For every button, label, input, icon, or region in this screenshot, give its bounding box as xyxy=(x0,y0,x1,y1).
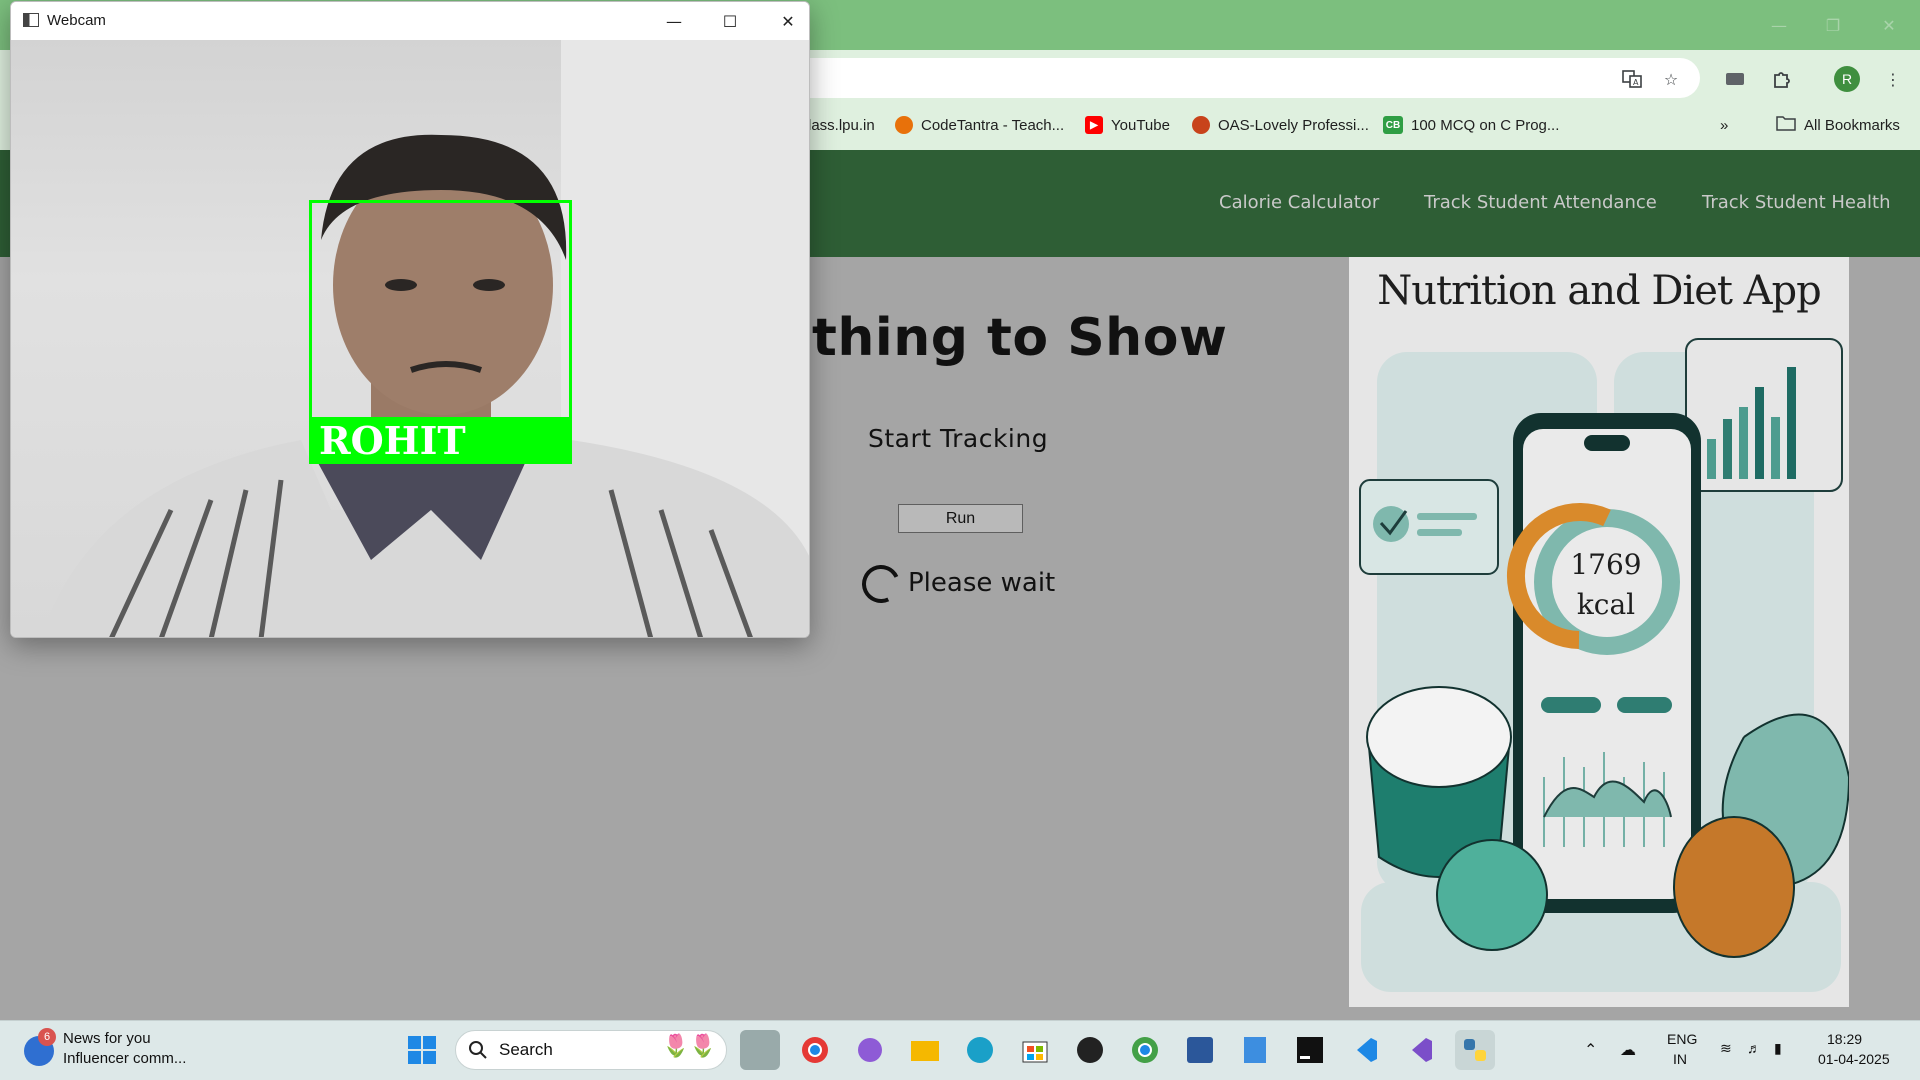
notepad-icon[interactable] xyxy=(1235,1030,1275,1070)
word-icon[interactable] xyxy=(1180,1030,1220,1070)
webcam-close-button[interactable]: ✕ xyxy=(765,6,809,36)
browser-restore-button[interactable]: ❐ xyxy=(1810,10,1856,40)
run-button[interactable]: Run xyxy=(898,504,1023,533)
chrome-profile-icon[interactable] xyxy=(1125,1030,1165,1070)
webcam-title: Webcam xyxy=(47,12,106,29)
nutrition-illustration xyxy=(1349,257,1851,1007)
svg-text:A: A xyxy=(1633,78,1639,87)
cast-icon[interactable] xyxy=(1720,64,1750,94)
codetantra-icon xyxy=(895,116,913,134)
browser-menu-icon[interactable]: ⋮ xyxy=(1878,64,1908,94)
webcam-titlebar[interactable]: Webcam — ☐ ✕ xyxy=(11,2,809,40)
illustration-title: Nutrition and Diet App xyxy=(1377,268,1822,314)
webcam-minimize-button[interactable]: — xyxy=(651,6,697,36)
cb-icon: CB xyxy=(1383,116,1403,134)
copilot-icon[interactable] xyxy=(850,1030,890,1070)
file-explorer-icon[interactable] xyxy=(905,1030,945,1070)
tulips-icon: 🌷🌷 xyxy=(662,1034,717,1059)
browser-close-button[interactable]: ✕ xyxy=(1866,10,1912,40)
webcam-video-feed: ROHIT xyxy=(11,40,809,637)
clock-time[interactable]: 18:29 xyxy=(1827,1031,1862,1047)
bookmark-youtube[interactable]: ▶ YouTube xyxy=(1085,114,1170,136)
extensions-icon[interactable] xyxy=(1767,64,1797,94)
wifi-icon[interactable]: ≋ xyxy=(1720,1040,1732,1057)
tray-chevron-icon[interactable]: ⌃ xyxy=(1584,1040,1597,1060)
search-icon xyxy=(468,1040,488,1064)
nav-track-attendance[interactable]: Track Student Attendance xyxy=(1424,192,1657,213)
more-bookmarks-chevron-icon[interactable]: » xyxy=(1720,114,1728,136)
kcal-unit: kcal xyxy=(1576,588,1636,621)
search-placeholder: Search xyxy=(499,1040,553,1059)
battery-icon[interactable]: ▮ xyxy=(1774,1040,1782,1057)
news-title[interactable]: News for you xyxy=(63,1030,151,1047)
please-wait-text: Please wait xyxy=(908,568,1056,598)
webcam-maximize-button[interactable]: ☐ xyxy=(707,6,753,36)
browser-minimize-button[interactable]: — xyxy=(1756,10,1802,40)
kcal-readout: 1769 kcal xyxy=(1556,545,1656,625)
pycharm-icon[interactable] xyxy=(1290,1030,1330,1070)
address-bar[interactable] xyxy=(780,58,1700,98)
start-button-windows-icon[interactable] xyxy=(402,1030,442,1070)
chrome-icon[interactable] xyxy=(795,1030,835,1070)
python-icon[interactable] xyxy=(1455,1030,1495,1070)
news-badge: 6 xyxy=(38,1028,56,1046)
face-detection-box xyxy=(309,200,572,420)
webcam-window[interactable]: Webcam — ☐ ✕ ROHIT xyxy=(10,1,810,638)
translate-icon[interactable]: A xyxy=(1620,67,1644,91)
language-top[interactable]: ENG xyxy=(1667,1031,1697,1047)
nav-track-health[interactable]: Track Student Health xyxy=(1702,192,1891,213)
edge-icon[interactable] xyxy=(960,1030,1000,1070)
vscode-icon[interactable] xyxy=(1345,1030,1385,1070)
nav-calorie-calculator[interactable]: Calorie Calculator xyxy=(1219,192,1379,213)
bookmark-oas[interactable]: OAS-Lovely Professi... xyxy=(1192,114,1369,136)
task-view-icon[interactable] xyxy=(740,1030,780,1070)
profile-avatar[interactable]: R xyxy=(1834,66,1860,92)
detected-name-label: ROHIT xyxy=(309,418,572,464)
store-icon[interactable] xyxy=(1015,1030,1055,1070)
bookmark-codetantra[interactable]: CodeTantra - Teach... xyxy=(895,114,1064,136)
visual-studio-icon[interactable] xyxy=(1400,1030,1440,1070)
all-bookmarks-button[interactable]: All Bookmarks xyxy=(1776,114,1900,136)
clock-date[interactable]: 01-04-2025 xyxy=(1818,1051,1890,1067)
dell-icon[interactable] xyxy=(1070,1030,1110,1070)
bookmark-mcq[interactable]: CB 100 MCQ on C Prog... xyxy=(1383,114,1559,136)
app-window-icon xyxy=(23,13,39,27)
volume-icon[interactable]: ♬ xyxy=(1747,1040,1761,1056)
oas-icon xyxy=(1192,116,1210,134)
onedrive-icon[interactable]: ☁ xyxy=(1620,1040,1636,1060)
folder-icon xyxy=(1776,115,1796,135)
news-subtitle[interactable]: Influencer comm... xyxy=(63,1050,186,1067)
bookmark-lpu[interactable]: lass.lpu.in xyxy=(808,114,875,136)
kcal-value: 1769 xyxy=(1570,548,1642,581)
language-bottom[interactable]: IN xyxy=(1673,1051,1687,1067)
page-heading: thing to Show xyxy=(812,308,1228,368)
bookmark-star-icon[interactable]: ☆ xyxy=(1659,67,1683,91)
start-tracking-title: Start Tracking xyxy=(868,424,1049,453)
youtube-icon: ▶ xyxy=(1085,116,1103,134)
